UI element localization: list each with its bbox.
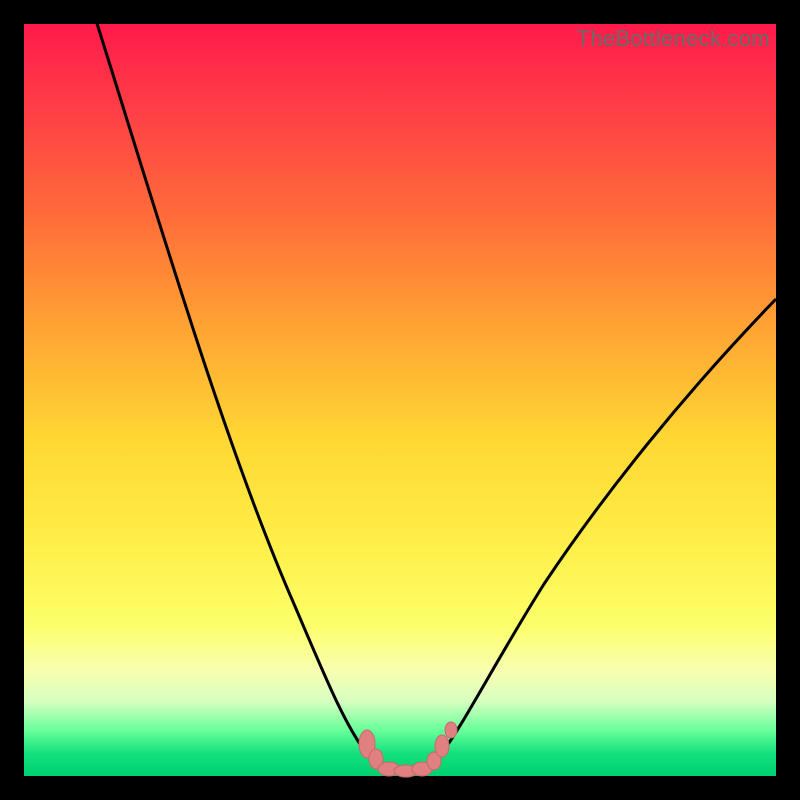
- right-curve: [441, 299, 776, 754]
- left-curve: [94, 14, 367, 754]
- chart-plot: [24, 24, 776, 776]
- chart-frame: TheBottleneck.com: [24, 24, 776, 776]
- bottom-bump: [359, 722, 457, 777]
- watermark-text: TheBottleneck.com: [577, 26, 770, 52]
